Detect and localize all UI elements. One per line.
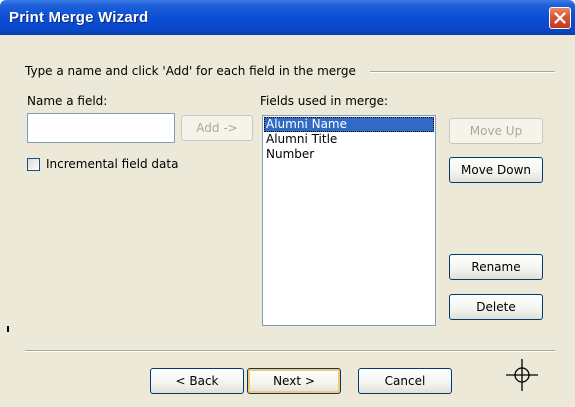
list-item[interactable]: Alumni Name <box>264 117 434 132</box>
incremental-checkbox[interactable] <box>27 158 40 171</box>
footer-divider <box>25 350 555 352</box>
name-field-label: Name a field: <box>27 94 108 108</box>
instructions-divider <box>370 71 555 73</box>
move-up-button[interactable]: Move Up <box>449 118 543 144</box>
move-down-button[interactable]: Move Down <box>449 157 543 183</box>
list-item[interactable]: Number <box>264 147 434 162</box>
add-button[interactable]: Add -> <box>181 115 253 141</box>
rename-button[interactable]: Rename <box>449 254 543 280</box>
delete-button[interactable]: Delete <box>449 294 543 320</box>
instructions-text: Type a name and click 'Add' for each fie… <box>25 64 356 78</box>
close-icon <box>554 12 566 24</box>
cancel-button[interactable]: Cancel <box>358 368 452 394</box>
fields-listbox[interactable]: Alumni Name Alumni Title Number <box>262 115 436 326</box>
field-name-input[interactable] <box>27 113 175 143</box>
print-merge-wizard-window: Print Merge Wizard Type a name and click… <box>0 0 575 407</box>
title-bar[interactable]: Print Merge Wizard <box>0 0 575 35</box>
fields-list-label: Fields used in merge: <box>260 94 389 108</box>
window-title: Print Merge Wizard <box>9 9 149 26</box>
next-button[interactable]: Next > <box>247 368 341 394</box>
crosshair-icon <box>506 359 538 391</box>
close-button[interactable] <box>549 7 571 29</box>
dialog-body: Type a name and click 'Add' for each fie… <box>0 35 575 407</box>
list-item[interactable]: Alumni Title <box>264 132 434 147</box>
back-button[interactable]: < Back <box>150 368 244 394</box>
edge-mark <box>7 326 9 332</box>
incremental-checkbox-label[interactable]: Incremental field data <box>46 157 178 171</box>
